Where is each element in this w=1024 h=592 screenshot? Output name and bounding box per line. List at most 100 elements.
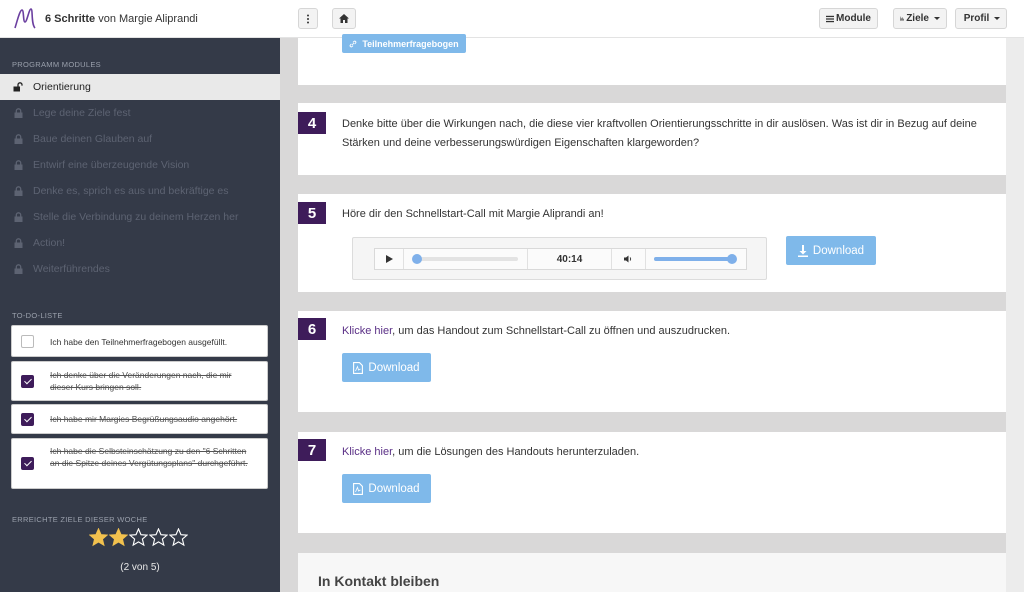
todo-checkbox[interactable] — [21, 457, 34, 470]
sidebar-item-action[interactable]: Action! — [0, 230, 280, 256]
contact-heading: In Kontakt bleiben — [318, 573, 440, 589]
volume-icon — [623, 255, 631, 263]
mute-button[interactable] — [612, 249, 646, 269]
step-number: 5 — [298, 202, 326, 224]
star-empty-icon — [149, 528, 168, 547]
lock-icon — [12, 264, 24, 274]
star-empty-icon — [169, 528, 188, 547]
goals-dropdown[interactable]: Ziele — [893, 8, 947, 29]
list-icon — [826, 15, 834, 22]
step-number: 6 — [298, 318, 326, 340]
todo-item[interactable]: Ich denke über die Veränderungen nach, d… — [11, 361, 268, 401]
lock-icon — [12, 134, 24, 144]
modules-button[interactable]: Module — [819, 8, 878, 29]
questionnaire-link-label: Teilnehmerfragebogen — [362, 38, 459, 49]
sidebar-item-label: Lege deine Ziele fest — [33, 107, 131, 119]
play-button[interactable] — [375, 249, 404, 269]
volume-knob[interactable] — [727, 254, 737, 264]
lock-icon — [12, 108, 24, 118]
sidebar: PROGRAMM MODULES Orientierung Lege deine… — [0, 38, 280, 592]
step-7-card: 7 Klicke hier, um die Lösungen des Hando… — [298, 432, 1006, 533]
bar-chart-icon — [900, 16, 905, 21]
volume-slider[interactable] — [646, 249, 748, 269]
sidebar-item-vision[interactable]: Entwirf eine überzeugende Vision — [0, 152, 280, 178]
solutions-link[interactable]: Klicke hier — [342, 446, 392, 458]
todo-item[interactable]: Ich habe mir Margies Begrüßungsaudio ang… — [11, 404, 268, 434]
lock-icon — [12, 160, 24, 170]
star-empty-icon — [129, 528, 148, 547]
todo-text: Ich denke über die Veränderungen nach, d… — [50, 370, 232, 392]
sidebar-item-glauben[interactable]: Baue deinen Glauben auf — [0, 126, 280, 152]
audio-time: 40:14 — [528, 249, 612, 269]
play-icon — [385, 255, 393, 263]
sidebar-item-label: Stelle die Verbindung zu deinem Herzen h… — [33, 211, 239, 223]
step-6-rest: , um das Handout zum Schnellstart-Call z… — [392, 325, 731, 337]
audio-player: 40:14 — [352, 237, 767, 280]
step-6-card: 6 Klicke hier, um das Handout zum Schnel… — [298, 311, 1006, 412]
pdf-file-icon — [353, 482, 364, 495]
audio-seek-slider[interactable] — [404, 249, 528, 269]
goals-label: Ziele — [906, 13, 929, 24]
modules-label: Module — [836, 13, 871, 24]
star-filled-icon — [89, 528, 108, 547]
sidebar-item-label: Denke es, sprich es aus und bekräftige e… — [33, 185, 229, 197]
scrollbar-track[interactable] — [1006, 38, 1024, 592]
download-label: Download — [368, 482, 420, 495]
sidebar-item-label: Orientierung — [33, 81, 91, 93]
todo-checkbox[interactable] — [21, 413, 34, 426]
top-navbar: 6 Schritte von Margie Aliprandi Module Z… — [0, 0, 1024, 38]
handout-link[interactable]: Klicke hier — [342, 325, 392, 337]
sidebar-item-label: Action! — [33, 237, 66, 249]
download-label: Download — [368, 361, 420, 374]
todo-checkbox[interactable] — [21, 335, 34, 348]
step-7-text: Klicke hier, um die Lösungen des Handout… — [342, 443, 639, 462]
step-number: 7 — [298, 439, 326, 461]
goals-caption: (2 von 5) — [120, 562, 160, 573]
chevron-down-icon — [994, 17, 1001, 20]
download-handout-button[interactable]: Download — [342, 353, 431, 382]
questionnaire-link-button[interactable]: Teilnehmerfragebogen — [342, 34, 466, 53]
sidebar-item-weiterfuehrendes[interactable]: Weiterführendes — [0, 256, 280, 282]
audio-seek-knob[interactable] — [412, 254, 422, 264]
sidebar-item-herzen[interactable]: Stelle die Verbindung zu deinem Herzen h… — [0, 204, 280, 230]
sidebar-item-label: Weiterführendes — [33, 263, 110, 275]
goal-stars-rating — [89, 528, 188, 547]
audio-controls: 40:14 — [374, 248, 747, 270]
dots-vertical-icon — [307, 14, 309, 23]
brand-title[interactable]: 6 Schritte von Margie Aliprandi — [45, 13, 198, 25]
step-4-text: Denke bitte über die Wirkungen nach, die… — [342, 118, 977, 149]
download-audio-button[interactable]: Download — [786, 236, 876, 265]
brand-logo[interactable] — [12, 6, 40, 32]
modules-heading: PROGRAMM MODULES — [12, 60, 101, 69]
todo-item[interactable]: Ich habe den Teilnehmerfragebogen ausgef… — [11, 325, 268, 357]
profile-dropdown[interactable]: Profil — [955, 8, 1007, 29]
goals-heading: ERREICHTE ZIELE DIESER WOCHE — [12, 515, 148, 524]
step-3-card: Teilnehmerfragebogen — [298, 34, 1006, 85]
sidebar-item-ziele[interactable]: Lege deine Ziele fest — [0, 100, 280, 126]
step-7-rest: , um die Lösungen des Handouts herunterz… — [392, 446, 640, 458]
download-solutions-button[interactable]: Download — [342, 474, 431, 503]
home-icon — [339, 14, 349, 23]
sidebar-item-bekraeftigen[interactable]: Denke es, sprich es aus und bekräftige e… — [0, 178, 280, 204]
pdf-file-icon — [353, 361, 364, 374]
step-4-card: 4 Denke bitte über die Wirkungen nach, d… — [298, 103, 1006, 175]
todo-text: Ich habe mir Margies Begrüßungsaudio ang… — [50, 414, 238, 424]
download-label: Download — [812, 244, 865, 257]
sidebar-item-orientierung[interactable]: Orientierung — [0, 74, 280, 100]
star-filled-icon — [109, 528, 128, 547]
home-button[interactable] — [332, 8, 356, 29]
step-5-card: 5 Höre dir den Schnellstart-Call mit Mar… — [298, 194, 1006, 292]
lock-icon — [12, 186, 24, 196]
step-6-text: Klicke hier, um das Handout zum Schnells… — [342, 322, 730, 341]
sidebar-item-label: Baue deinen Glauben auf — [33, 133, 153, 145]
step-number: 4 — [298, 112, 326, 134]
todo-text: Ich habe den Teilnehmerfragebogen ausgef… — [50, 337, 228, 347]
download-icon — [797, 244, 808, 257]
profile-label: Profil — [963, 13, 990, 24]
sidebar-item-label: Entwirf eine überzeugende Vision — [33, 159, 190, 171]
todo-item[interactable]: Ich habe die Selbsteinschätzung zu den "… — [11, 438, 268, 489]
lock-icon — [12, 238, 24, 248]
todo-checkbox[interactable] — [21, 375, 34, 388]
menu-toggle-button[interactable] — [298, 8, 318, 29]
contact-card: In Kontakt bleiben — [298, 553, 1006, 592]
